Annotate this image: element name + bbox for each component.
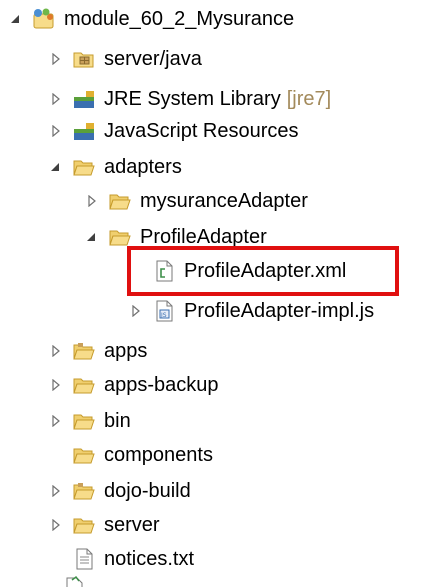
tree-item-javascript-resources[interactable]: JavaScript Resources <box>50 116 299 146</box>
collapsed-arrow-icon[interactable] <box>50 53 62 65</box>
tree-item-label: apps-backup <box>104 374 219 396</box>
tree-item-components[interactable]: components <box>72 440 213 470</box>
library-icon <box>72 119 96 143</box>
tree-item-server[interactable]: server <box>50 510 160 540</box>
expanded-arrow-icon[interactable] <box>86 231 98 243</box>
folder-icon <box>72 339 96 363</box>
js-file-icon: JS <box>152 299 176 323</box>
library-icon <box>72 87 96 111</box>
tree-item-label: ProfileAdapter-impl.js <box>184 300 375 322</box>
svg-text:JS: JS <box>160 312 167 319</box>
xml-file-icon <box>152 259 176 283</box>
tree-item-jre-library[interactable]: JRE System Library [jre7] <box>50 84 331 114</box>
tree-item-label: module_60_2_Mysurance <box>64 8 295 30</box>
tree-item-bin[interactable]: bin <box>50 406 131 436</box>
folder-icon <box>72 513 96 537</box>
tree-item-label: notices.txt <box>104 548 195 570</box>
tree-item-label: JavaScript Resources <box>104 120 299 142</box>
tree-item-project[interactable]: module_60_2_Mysurance <box>10 4 294 34</box>
collapsed-arrow-icon[interactable] <box>50 485 62 497</box>
tree-item-label: ProfileAdapter <box>140 226 267 248</box>
tree-item-profile-adapter-xml[interactable]: ProfileAdapter.xml <box>152 256 346 286</box>
tree-item-label: dojo-build <box>104 480 191 502</box>
tree-item-label: apps <box>104 340 148 362</box>
tree-item-server-java[interactable]: server/java <box>50 44 202 74</box>
tree-item-apps[interactable]: apps <box>50 336 147 366</box>
collapsed-arrow-icon[interactable] <box>50 125 62 137</box>
tree-item-dojo-build[interactable]: dojo-build <box>50 476 191 506</box>
collapsed-arrow-icon[interactable] <box>50 379 62 391</box>
tree-item-profile-adapter[interactable]: ProfileAdapter <box>86 222 267 252</box>
collapsed-arrow-icon[interactable] <box>86 195 98 207</box>
folder-icon <box>108 189 132 213</box>
partial-file-icon <box>62 574 86 587</box>
tree-item-mysurance-adapter[interactable]: mysuranceAdapter <box>86 186 308 216</box>
folder-icon <box>72 373 96 397</box>
folder-icon <box>72 479 96 503</box>
tree-item-apps-backup[interactable]: apps-backup <box>50 370 219 400</box>
folder-open-icon <box>72 155 96 179</box>
tree-item-label: server/java <box>104 48 202 70</box>
tree-item-label: server <box>104 514 160 536</box>
collapsed-arrow-icon[interactable] <box>50 93 62 105</box>
collapsed-arrow-icon[interactable] <box>50 519 62 531</box>
jre-version-decoration: [jre7] <box>286 88 332 110</box>
tree-item-label: mysuranceAdapter <box>140 190 308 212</box>
tree-item-notices[interactable]: notices.txt <box>72 544 194 574</box>
tree-item-label: components <box>104 444 213 466</box>
expanded-arrow-icon[interactable] <box>10 13 22 25</box>
tree-item-label: ProfileAdapter.xml <box>184 260 347 282</box>
tree-item-label: bin <box>104 410 131 432</box>
folder-icon <box>72 443 96 467</box>
tree-item-label: JRE System Library <box>104 88 281 110</box>
tree-item-label: adapters <box>104 156 182 178</box>
folder-icon <box>72 409 96 433</box>
collapsed-arrow-icon[interactable] <box>50 345 62 357</box>
tree-item-adapters[interactable]: adapters <box>50 152 182 182</box>
expanded-arrow-icon[interactable] <box>50 161 62 173</box>
text-file-icon <box>72 547 96 571</box>
package-folder-icon <box>72 47 96 71</box>
project-icon <box>32 7 56 31</box>
folder-open-icon <box>108 225 132 249</box>
project-explorer-tree: module_60_2_Mysurance server/java JRE Sy… <box>0 0 430 587</box>
tree-item-profile-adapter-impl[interactable]: JS ProfileAdapter-impl.js <box>130 296 374 326</box>
collapsed-arrow-icon[interactable] <box>130 305 142 317</box>
collapsed-arrow-icon[interactable] <box>50 415 62 427</box>
